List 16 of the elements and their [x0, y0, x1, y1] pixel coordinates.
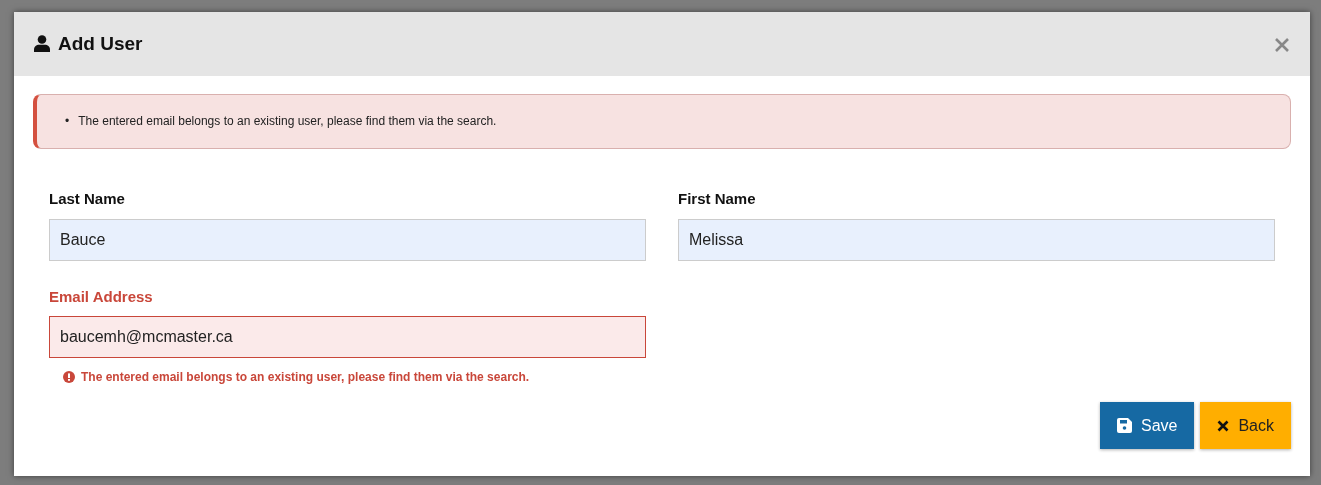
field-label: Last Name	[49, 189, 125, 209]
field-label: First Name	[678, 189, 756, 209]
save-icon	[1116, 418, 1132, 433]
dialog-title: Add User	[58, 32, 143, 56]
close-icon	[1217, 419, 1230, 432]
back-button[interactable]: Back	[1200, 402, 1291, 449]
input-field[interactable]: Melissa	[678, 218, 1275, 261]
error-icon	[63, 371, 75, 383]
bullet: •	[65, 113, 70, 130]
field-error: The entered email belongs to an existing user, please find them via the search.	[81, 369, 530, 386]
save-button[interactable]: Save	[1099, 402, 1195, 449]
input-field[interactable]: baucemh@mcmaster.ca	[49, 316, 646, 358]
field-label: Email Address	[49, 286, 153, 307]
input-field[interactable]: Bauce	[49, 218, 646, 261]
error-message: The entered email belongs to an existing user, please find them via the search.	[78, 113, 497, 130]
user-icon	[34, 35, 50, 53]
